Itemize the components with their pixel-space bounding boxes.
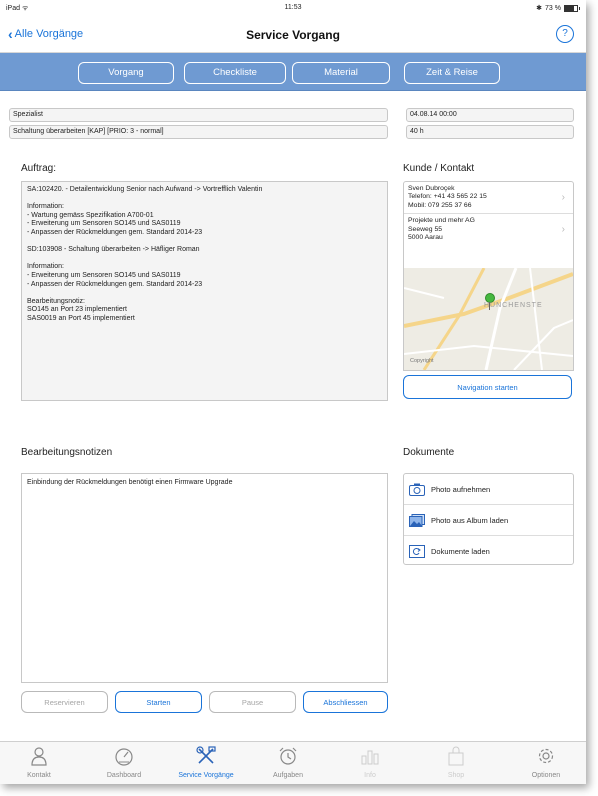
segment-tab-bar: Vorgang Checkliste Material Zeit & Reise (0, 53, 586, 91)
bottom-tab-label: Aufgaben (273, 772, 303, 779)
status-bar: iPad ᯤ 11:53 ✱ 73 % (0, 0, 586, 16)
tab-material[interactable]: Material (292, 62, 390, 84)
auftrag-line: SD:103908 - Schaltung überarbeiten -> Hä… (27, 246, 200, 254)
document-load-icon (409, 544, 425, 558)
bottom-tab-dashboard[interactable]: Dashboard (88, 742, 160, 784)
contact-name: Sven Dubroçek (408, 185, 455, 192)
auftrag-text-panel: SA:102420. - Detailentwicklung Senior na… (21, 181, 388, 401)
bottom-tab-label: Info (364, 772, 376, 779)
contact-card: Sven Dubroçek Telefon: +41 43 565 22 15 … (403, 181, 574, 271)
role-field[interactable]: Spezialist (9, 108, 388, 122)
battery-percent: 73 % (545, 4, 561, 12)
auftrag-line (27, 289, 382, 298)
auftrag-line: SA:102420. - Detailentwicklung Senior na… (27, 186, 263, 193)
bottom-tab-aufgaben[interactable]: Aufgaben (252, 742, 324, 784)
auftrag-line: Information: (27, 263, 64, 271)
task-field[interactable]: Schaltung überarbeiten [KAP] [PRIO: 3 - … (9, 125, 388, 139)
photo-album-icon (409, 513, 425, 527)
contact-phone: Telefon: +41 43 565 22 15 (408, 193, 487, 201)
shopping-bag-icon (448, 746, 464, 766)
bottom-tab-label: Shop (447, 772, 465, 779)
bluetooth-icon: ✱ (536, 5, 543, 12)
kunde-kontakt-heading: Kunde / Kontakt (403, 163, 475, 174)
reservieren-button[interactable]: Reservieren (21, 691, 108, 713)
app-window: iPad ᯤ 11:53 ✱ 73 % ‹ Alle Vorgänge Serv… (0, 0, 586, 784)
bottom-tab-service-vorgaenge[interactable]: Service Vorgänge (170, 742, 242, 784)
auftrag-line (27, 255, 382, 264)
auftrag-line (27, 195, 382, 204)
bottom-tab-kontakt[interactable]: Kontakt (3, 742, 75, 784)
pause-button[interactable]: Pause (209, 691, 296, 713)
help-button[interactable]: ? (556, 25, 574, 43)
auftrag-line: SO145 an Port 23 implementiert (27, 306, 127, 314)
chevron-right-icon: › (561, 223, 565, 235)
bottom-tab-label: Dashboard (106, 772, 142, 779)
bottom-tab-bar: Kontakt Dashboard Service Vorgänge Aufga… (0, 741, 586, 784)
bottom-tab-label: Service Vorgänge (178, 772, 234, 779)
auftrag-line (27, 238, 382, 247)
gauge-icon (115, 748, 133, 766)
photo-album-row[interactable]: Photo aus Album laden (404, 505, 573, 536)
navigation-start-button[interactable]: Navigation starten (403, 375, 572, 399)
map-view[interactable]: HUNCHENSTE Copyright (403, 268, 574, 371)
bottom-tab-info[interactable]: Info (334, 742, 406, 784)
auftrag-line: - Wartung gemäss Spezifikation A700-01 (27, 211, 154, 219)
bottom-tab-label: Optionen (531, 772, 561, 779)
datetime-field[interactable]: 04.08.14 00:00 (406, 108, 574, 122)
clock: 11:53 (284, 4, 302, 11)
company-name: Projekte und mehr AG (408, 217, 475, 225)
company-city: 5000 Aarau (408, 234, 443, 242)
tools-icon (196, 746, 216, 764)
abschliessen-button[interactable]: Abschliessen (303, 691, 388, 713)
duration-field[interactable]: 40 h (406, 125, 574, 139)
document-load-row[interactable]: Dokumente laden (404, 536, 573, 564)
bottom-tab-shop[interactable]: Shop (420, 742, 492, 784)
contact-mobile: Mobil: 079 255 37 66 (408, 201, 472, 209)
map-place-label: HUNCHENSTE (484, 302, 543, 309)
photo-album-label: Photo aus Album laden (431, 515, 509, 525)
auftrag-line: SAS0019 an Port 45 implementiert (27, 314, 135, 322)
company-address-row[interactable]: Projekte und mehr AG Seeweg 55 5000 Aara… (404, 214, 573, 245)
map-streets (404, 268, 573, 370)
auftrag-line: - Anpassen der Rückmeldungen gem. Standa… (27, 228, 203, 236)
chevron-right-icon: › (561, 191, 565, 203)
auftrag-line: - Erweiterung um Sensoren SO145 und SAS0… (27, 271, 181, 279)
auftrag-heading: Auftrag: (21, 163, 57, 174)
auftrag-line: - Anpassen der Rückmeldungen gem. Standa… (27, 280, 203, 288)
auftrag-line: Bearbeitungsnotiz: (27, 297, 85, 305)
photo-capture-label: Photo aufnehmen (431, 484, 491, 494)
battery-indicator: ✱ 73 % (536, 4, 580, 12)
document-load-label: Dokumente laden (431, 546, 490, 556)
person-icon (31, 747, 47, 766)
notes-textarea[interactable]: Einbindung der Rückmeldungen benötigt ei… (21, 473, 388, 683)
bearbeitungsnotizen-heading: Bearbeitungsnotizen (21, 447, 113, 458)
bottom-tab-label: Kontakt (27, 772, 51, 779)
map-copyright: Copyright (410, 358, 434, 364)
page-title: Service Vorgang (246, 28, 340, 42)
bottom-tab-optionen[interactable]: Optionen (510, 742, 582, 784)
alarm-clock-icon (279, 747, 297, 765)
documents-list: Photo aufnehmen Photo aus Album laden Do… (403, 473, 574, 565)
contact-person-row[interactable]: Sven Dubroçek Telefon: +41 43 565 22 15 … (404, 182, 573, 215)
auftrag-line: - Erweiterung um Sensoren SO145 und SAS0… (27, 220, 181, 228)
gear-icon (538, 748, 554, 764)
chart-icon (361, 750, 379, 765)
company-street: Seeweg 55 (408, 225, 443, 233)
dokumente-heading: Dokumente (403, 447, 455, 458)
auftrag-line: Information: (27, 203, 64, 211)
navigation-bar: ‹ Alle Vorgänge Service Vorgang ? (0, 16, 586, 53)
tab-checkliste[interactable]: Checkliste (184, 62, 286, 84)
battery-icon (564, 4, 580, 12)
camera-icon (409, 483, 425, 496)
starten-button[interactable]: Starten (115, 691, 202, 713)
tab-vorgang[interactable]: Vorgang (78, 62, 174, 84)
tab-zeit-reise[interactable]: Zeit & Reise (404, 62, 500, 84)
photo-capture-row[interactable]: Photo aufnehmen (404, 474, 573, 505)
